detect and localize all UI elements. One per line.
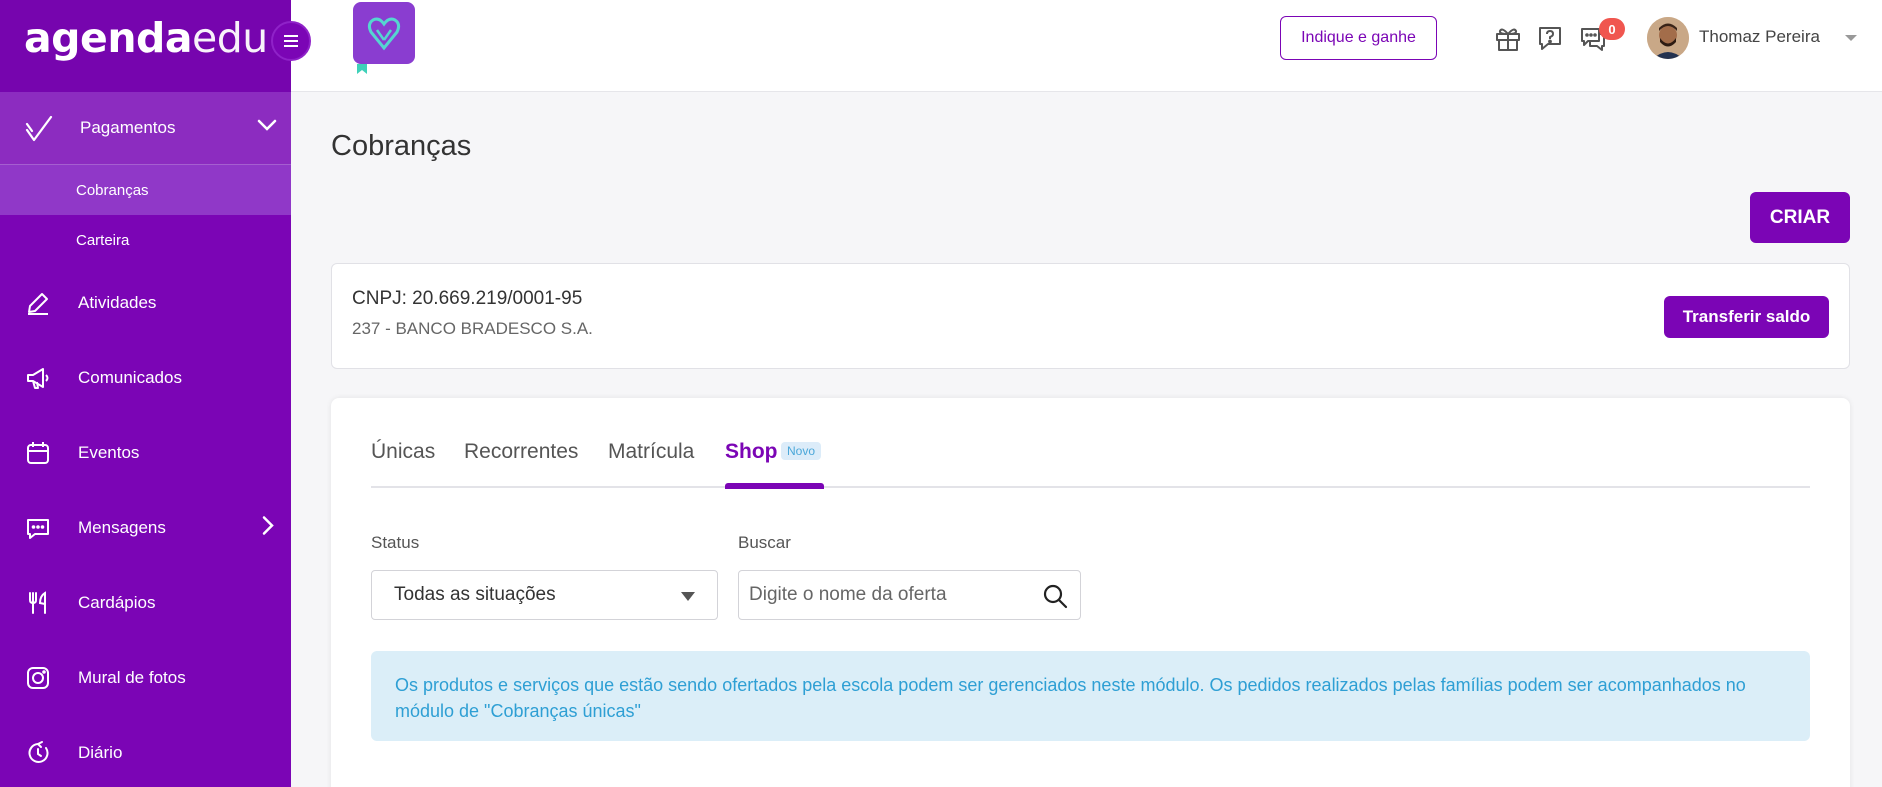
- sidebar-item-label: Pagamentos: [80, 118, 176, 137]
- payment-check-icon: [24, 114, 54, 149]
- hamburger-icon: [284, 35, 298, 47]
- tab-shop[interactable]: Shop: [725, 440, 778, 488]
- status-select[interactable]: Todas as situações: [371, 570, 718, 620]
- sidebar-item-label: Comunicados: [78, 367, 182, 387]
- sidebar-item-label: Cardápios: [78, 592, 156, 612]
- chevron-down-icon: [257, 118, 277, 137]
- utensils-icon: [24, 589, 52, 617]
- search-label: Buscar: [738, 533, 791, 552]
- camera-icon: [24, 664, 52, 692]
- user-name[interactable]: Thomaz Pereira: [1699, 27, 1820, 47]
- sidebar-subitem-cobrancas[interactable]: Cobranças: [0, 165, 291, 215]
- status-select-value: Todas as situações: [394, 584, 556, 605]
- page-title: Cobranças: [331, 130, 472, 162]
- transferir-saldo-button[interactable]: Transferir saldo: [1664, 296, 1829, 338]
- sidebar-item-eventos[interactable]: Eventos: [0, 415, 291, 490]
- sidebar-subitem-label: Cobranças: [76, 181, 149, 199]
- pencil-icon: [24, 289, 52, 317]
- criar-button[interactable]: CRIAR: [1750, 192, 1850, 243]
- charges-card: Únicas Recorrentes Matrícula Shop Novo S…: [331, 398, 1850, 787]
- chat-icon: [24, 514, 52, 542]
- status-label: Status: [371, 533, 420, 552]
- help-icon[interactable]: [1536, 24, 1564, 52]
- menu-toggle-button[interactable]: [271, 21, 311, 61]
- topbar: Indique e ganhe 0 Thomaz Pereira: [291, 0, 1882, 92]
- clock-icon: [24, 739, 52, 767]
- chevron-right-icon: [261, 515, 275, 540]
- sidebar-item-mural-de-fotos[interactable]: Mural de fotos: [0, 640, 291, 715]
- caret-down-icon: [681, 592, 695, 601]
- account-card: CNPJ: 20.669.219/0001-95 237 - BANCO BRA…: [331, 263, 1850, 369]
- info-alert: Os produtos e serviços que estão sendo o…: [371, 651, 1810, 741]
- search-icon[interactable]: [1042, 583, 1068, 614]
- brand-name-part1: agenda: [24, 14, 193, 62]
- sidebar-subitem-carteira[interactable]: Carteira: [0, 215, 291, 265]
- search-field: [738, 570, 1081, 620]
- user-avatar[interactable]: [1647, 17, 1689, 59]
- sidebar-item-label: Diário: [78, 742, 123, 762]
- tab-unicas[interactable]: Únicas: [371, 440, 435, 488]
- sidebar-item-comunicados[interactable]: Comunicados: [0, 340, 291, 415]
- caret-down-icon[interactable]: [1845, 35, 1857, 41]
- sidebar-item-atividades[interactable]: Atividades: [0, 265, 291, 340]
- gift-icon[interactable]: [1494, 24, 1522, 52]
- sidebar-item-pagamentos[interactable]: Pagamentos: [0, 92, 291, 165]
- cnpj-text: CNPJ: 20.669.219/0001-95: [352, 288, 583, 309]
- bank-text: 237 - BANCO BRADESCO S.A.: [352, 319, 593, 338]
- indique-e-ganhe-button[interactable]: Indique e ganhe: [1280, 16, 1437, 60]
- tab-matricula[interactable]: Matrícula: [608, 440, 694, 488]
- calendar-icon: [24, 439, 52, 467]
- brand-logo[interactable]: agendaedu: [0, 0, 291, 92]
- novo-badge: Novo: [781, 442, 822, 460]
- sidebar-item-cardapios[interactable]: Cardápios: [0, 565, 291, 640]
- brand-name-part2: edu: [192, 14, 268, 62]
- search-input[interactable]: [739, 571, 1019, 619]
- school-logo[interactable]: [353, 2, 415, 74]
- sidebar-item-diario[interactable]: Diário: [0, 715, 291, 787]
- sidebar-item-label: Atividades: [78, 292, 157, 312]
- sidebar-item-label: Mural de fotos: [78, 667, 186, 687]
- sidebar-item-mensagens[interactable]: Mensagens: [0, 490, 291, 565]
- active-tab-indicator: [725, 483, 824, 489]
- notification-count-badge: 0: [1599, 18, 1625, 40]
- sidebar-item-label: Mensagens: [78, 517, 166, 537]
- sidebar-item-label: Eventos: [78, 442, 140, 462]
- sidebar-subitem-label: Carteira: [76, 231, 130, 249]
- megaphone-icon: [24, 364, 52, 392]
- tab-recorrentes[interactable]: Recorrentes: [464, 440, 578, 488]
- tabs-bar: Únicas Recorrentes Matrícula Shop Novo: [371, 438, 1810, 489]
- sidebar: agendaedu Pagamentos Cobranças Carteira …: [0, 0, 291, 787]
